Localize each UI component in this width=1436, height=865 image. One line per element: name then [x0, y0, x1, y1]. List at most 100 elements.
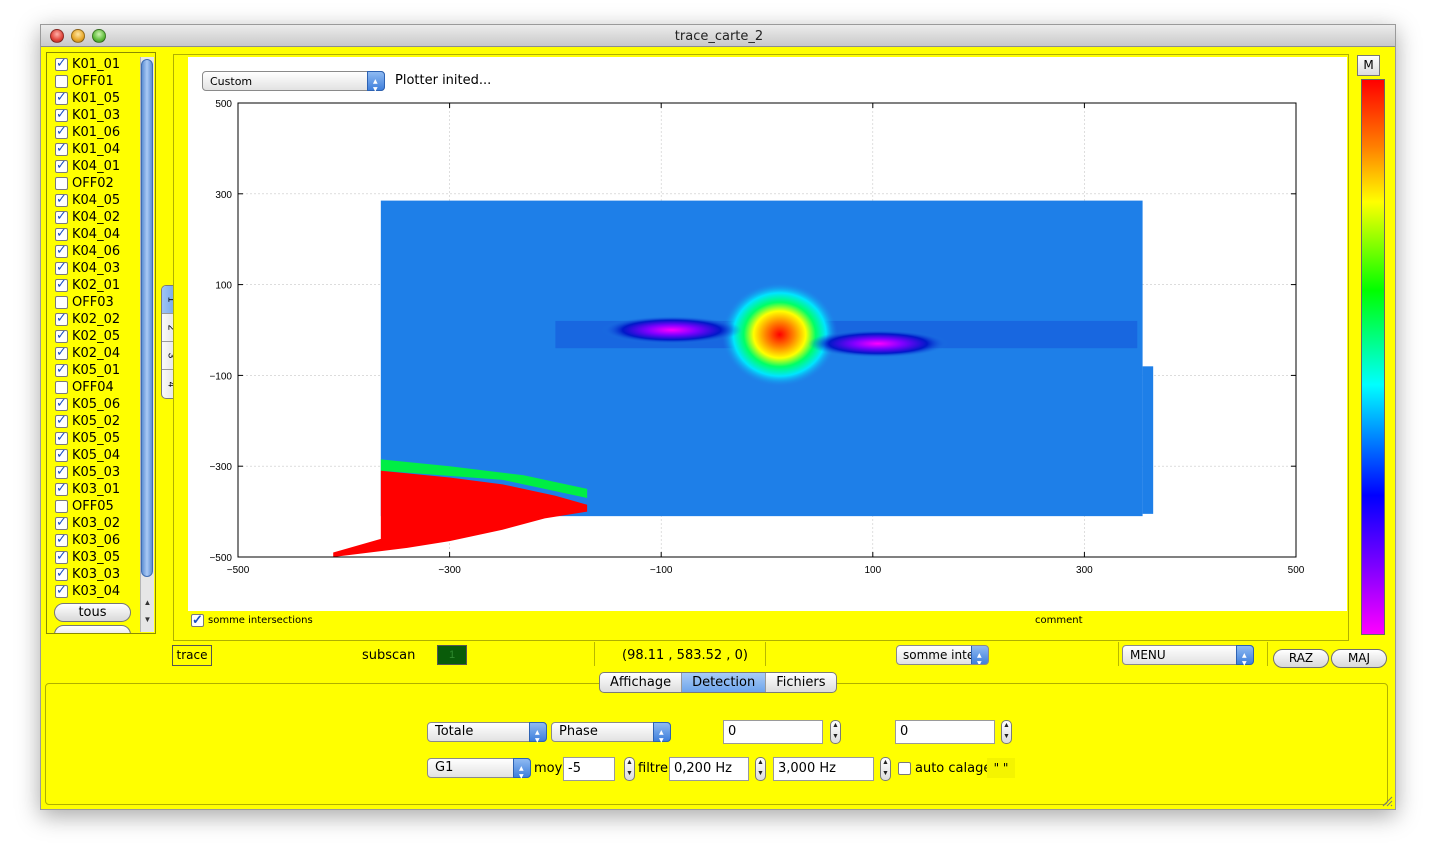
maj-button[interactable]: MAJ: [1331, 649, 1387, 668]
tab-fichiers[interactable]: Fichiers: [766, 673, 835, 692]
channel-item[interactable]: K04_05: [55, 192, 120, 209]
channel-checkbox[interactable]: [55, 56, 68, 71]
channel-checkbox[interactable]: [55, 396, 68, 411]
field-1-stepper[interactable]: [830, 720, 841, 744]
channel-checkbox[interactable]: [55, 515, 68, 530]
channel-item[interactable]: K02_01: [55, 277, 120, 294]
phase-select[interactable]: Phase: [551, 722, 671, 750]
channel-item[interactable]: K04_03: [55, 260, 120, 277]
channel-checkbox[interactable]: [55, 566, 68, 581]
tab-affichage[interactable]: Affichage: [600, 673, 683, 692]
channel-item[interactable]: K01_05: [55, 90, 120, 107]
channel-item[interactable]: K05_05: [55, 430, 120, 447]
channel-checkbox[interactable]: [55, 464, 68, 479]
channel-checkbox[interactable]: [55, 413, 68, 428]
channel-checkbox[interactable]: [55, 124, 68, 139]
channel-checkbox[interactable]: [55, 362, 68, 377]
x-tick-label: 500: [1288, 565, 1305, 576]
auto-calage-checkbox[interactable]: [898, 762, 911, 775]
g1-select[interactable]: G1: [427, 758, 531, 786]
filtre-low-field[interactable]: 0,200 Hz: [669, 757, 749, 781]
channel-checkbox[interactable]: [55, 141, 68, 156]
somme-select[interactable]: somme inte: [896, 645, 989, 665]
channel-checkbox[interactable]: [55, 328, 68, 343]
channel-checkbox[interactable]: [55, 75, 68, 88]
channel-checkbox[interactable]: [55, 192, 68, 207]
channel-item[interactable]: K04_06: [55, 243, 120, 260]
channel-checkbox[interactable]: [55, 209, 68, 224]
channel-item[interactable]: K02_04: [55, 345, 120, 362]
channel-item[interactable]: K04_02: [55, 209, 120, 226]
channel-checkbox[interactable]: [55, 296, 68, 309]
channel-checkbox[interactable]: [55, 345, 68, 360]
trace-button[interactable]: trace: [172, 645, 212, 666]
channel-item[interactable]: OFF03: [55, 294, 114, 311]
channel-checkbox[interactable]: [55, 381, 68, 394]
channel-checkbox[interactable]: [55, 277, 68, 292]
channel-list-scroll-thumb[interactable]: [141, 59, 153, 577]
tous-button[interactable]: tous: [54, 603, 131, 622]
channel-item[interactable]: K01_03: [55, 107, 120, 124]
channel-checkbox[interactable]: [55, 90, 68, 105]
channel-checkbox[interactable]: [55, 532, 68, 547]
scroll-down-icon[interactable]: ▼: [142, 615, 153, 624]
channel-checkbox[interactable]: [55, 226, 68, 241]
channel-checkbox[interactable]: [55, 583, 68, 598]
channel-item[interactable]: K03_03: [55, 566, 120, 583]
channel-item[interactable]: K03_01: [55, 481, 120, 498]
filtre-high-field[interactable]: 3,000 Hz: [773, 757, 874, 781]
channel-item[interactable]: K02_05: [55, 328, 120, 345]
totale-select[interactable]: Totale: [427, 722, 547, 750]
resize-grip-icon[interactable]: [1381, 795, 1393, 807]
scroll-up-icon[interactable]: ▲: [142, 598, 153, 607]
channel-item[interactable]: K05_03: [55, 464, 120, 481]
channel-checkbox[interactable]: [55, 447, 68, 462]
channel-item[interactable]: K03_05: [55, 549, 120, 566]
colorbar-mode-button[interactable]: M: [1357, 55, 1380, 76]
somme-intersections-checkbox[interactable]: [191, 612, 204, 628]
channel-item[interactable]: K03_06: [55, 532, 120, 549]
detection-field-2[interactable]: 0: [895, 720, 995, 744]
channel-checkbox[interactable]: [55, 158, 68, 173]
channel-checkbox[interactable]: [55, 311, 68, 326]
channel-checkbox[interactable]: [55, 243, 68, 258]
moy-field[interactable]: -5: [563, 757, 615, 781]
channel-item[interactable]: K05_02: [55, 413, 120, 430]
channel-item[interactable]: K03_04: [55, 583, 120, 600]
channel-checkbox[interactable]: [55, 549, 68, 564]
channel-item[interactable]: K02_02: [55, 311, 120, 328]
channel-item[interactable]: K01_01: [55, 56, 120, 73]
channel-checkbox[interactable]: [55, 107, 68, 122]
channel-item[interactable]: OFF02: [55, 175, 114, 192]
channel-item[interactable]: OFF01: [55, 73, 114, 90]
channel-item[interactable]: K05_06: [55, 396, 120, 413]
channel-item[interactable]: OFF04: [55, 379, 114, 396]
secondary-list-button[interactable]: [54, 625, 131, 633]
channel-item[interactable]: K04_04: [55, 226, 120, 243]
channel-checkbox[interactable]: [55, 500, 68, 513]
channel-item[interactable]: K03_02: [55, 515, 120, 532]
filtre-low-stepper[interactable]: [755, 757, 766, 781]
heatmap-chart[interactable]: −500 −300 −100 100 300 500 −500 −300 −100 100 300 5…: [188, 93, 1328, 613]
field-2-stepper[interactable]: [1001, 720, 1012, 744]
channel-item[interactable]: K01_06: [55, 124, 120, 141]
plot-mode-select[interactable]: Custom: [202, 71, 385, 99]
y-tick-label: 500: [215, 99, 232, 110]
menu-select[interactable]: MENU: [1122, 645, 1254, 673]
detection-field-1[interactable]: 0: [723, 720, 823, 744]
channel-checkbox[interactable]: [55, 260, 68, 275]
raz-button[interactable]: RAZ: [1273, 649, 1329, 668]
channel-item[interactable]: K01_04: [55, 141, 120, 158]
moy-stepper[interactable]: [624, 757, 635, 781]
channel-item[interactable]: K05_01: [55, 362, 120, 379]
subscan-value[interactable]: 1: [437, 645, 467, 665]
channel-checkbox[interactable]: [55, 177, 68, 190]
channel-item[interactable]: K04_01: [55, 158, 120, 175]
tab-detection[interactable]: Detection: [682, 673, 767, 692]
channel-item[interactable]: K05_04: [55, 447, 120, 464]
channel-label: K01_04: [72, 142, 121, 157]
channel-checkbox[interactable]: [55, 481, 68, 496]
channel-checkbox[interactable]: [55, 430, 68, 445]
channel-item[interactable]: OFF05: [55, 498, 114, 515]
filtre-high-stepper[interactable]: [880, 757, 891, 781]
